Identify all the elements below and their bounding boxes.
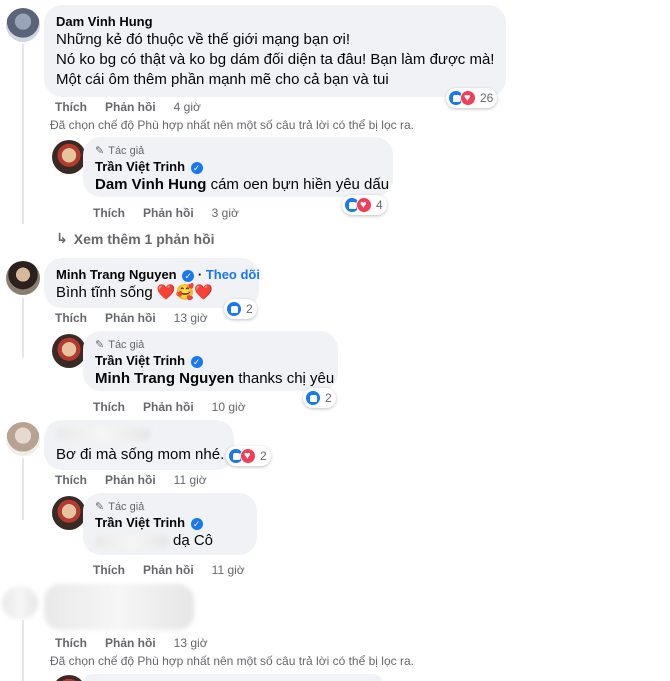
reply-author[interactable]: Trần Việt Trinh ✓ [95,158,381,175]
reaction-count: 2 [246,302,253,316]
redacted-avatar [2,586,38,620]
reaction-summary[interactable]: 4 [342,195,387,215]
reply-bubble: ✎ Tác giả Trần Việt Trinh ✓ Minh Trang Ng… [83,331,338,391]
comment-author[interactable]: Minh Trang Nguyen ✓ · Theo dõi [56,266,260,283]
reply-button[interactable]: Phản hồi [105,311,156,325]
comment-line: Những kẻ đó thuộc về thế giới mạng bạn ơ… [56,31,351,48]
mention-link[interactable]: Minh Trang Nguyen [95,370,234,387]
author-tag: ✎ Tác giả [95,339,145,351]
reply-button[interactable]: Phản hồi [143,400,194,414]
comment-actions: Thích Phản hồi 13 giờ [55,636,208,650]
timestamp[interactable]: 13 giờ [174,311,208,325]
comment-actions: Thích Phản hồi 13 giờ [55,311,208,325]
like-button[interactable]: Thích [55,311,87,325]
view-more-replies[interactable]: ↳ Xem thêm 1 phản hồi [56,230,215,247]
author-tag: ✎ Tác giả [95,145,145,157]
like-button[interactable]: Thích [55,636,87,650]
like-button[interactable]: Thích [93,206,125,220]
avatar[interactable] [6,261,40,295]
follow-button[interactable]: Theo dõi [206,267,260,282]
reply-bubble: ✎ Tác giả Trần Việt Trinh ✓ Dam Vinh Hung… [83,137,393,197]
reply-text: Dam Vinh Hung cám oen bựn hiền yêu dấu [95,176,390,193]
timestamp[interactable]: 11 giờ [174,473,207,487]
reply-button[interactable]: Phản hồi [105,473,156,487]
reaction-count: 2 [325,391,332,405]
reply-button[interactable]: Phản hồi [143,206,194,220]
mention-link[interactable]: Dam Vinh Hung [95,176,206,193]
timestamp[interactable]: 4 giờ [174,100,201,114]
reaction-count: 26 [480,91,494,105]
reply-actions: Thích Phản hồi 11 giờ [93,563,245,577]
author-avatar[interactable] [52,334,86,368]
reaction-count: 2 [260,449,267,463]
author-tag-icon: ✎ [95,501,105,513]
reply-button[interactable]: Phản hồi [105,100,156,114]
comment-actions: Thích Phản hồi 11 giờ [55,473,207,487]
comment-line: Một cái ôm thêm phần mạnh mẽ cho cả bạn … [56,71,389,88]
reply-bubble: ✎ Tác giả Trần Việt Trinh ✓ dạ Cô [83,493,257,555]
reaction-summary[interactable]: 26 [446,88,498,108]
love-icon [240,448,256,464]
reply-button[interactable]: Phản hồi [105,636,156,650]
love-icon [356,197,372,213]
redacted-name [56,428,151,440]
reply-actions: Thích Phản hồi 3 giờ [93,206,239,220]
like-icon [226,301,242,317]
timestamp[interactable]: 10 giờ [212,400,246,414]
thread-line [22,44,24,224]
filter-notice: Đã chọn chế độ Phù hợp nhất nên một số c… [50,654,414,668]
author-avatar[interactable] [52,496,86,530]
reaction-summary[interactable]: 2 [303,388,336,408]
timestamp[interactable]: 3 giờ [212,206,239,220]
avatar[interactable] [6,422,40,456]
comment-text: Bình tĩnh sống ❤️🥰❤️ [56,284,213,301]
comment-bubble: Dam Vinh Hung Những kẻ đó thuộc về thế g… [44,5,506,97]
thread-line [22,458,24,520]
like-button[interactable]: Thích [93,400,125,414]
reply-arrow-icon: ↳ [56,230,68,246]
author-avatar[interactable] [52,675,86,681]
comment-bubble: Bơ đi mà sống mom nhé. [44,420,234,470]
reply-text: dạ Cô [95,531,245,551]
verified-icon: ✓ [190,517,203,530]
reply-button[interactable]: Phản hồi [143,563,194,577]
like-button[interactable]: Thích [55,100,87,114]
comment-actions: Thích Phản hồi 4 giờ [55,100,201,114]
reply-text: Minh Trang Nguyen thanks chị yêu [95,370,335,387]
reply-author[interactable]: Trần Việt Trinh ✓ [95,514,245,531]
comment-line: Nó ko bg có thật và ko bg dám đối diện t… [56,51,495,68]
comment-text: Bơ đi mà sống mom nhé. [56,446,225,463]
reply-bubble [83,674,383,681]
author-tag: ✎ Tác giả [95,501,145,513]
reply-author[interactable]: Trần Việt Trinh ✓ [95,352,326,369]
author-tag-icon: ✎ [95,339,105,351]
like-icon [305,390,321,406]
reaction-summary[interactable]: 2 [224,299,257,319]
verified-icon: ✓ [182,269,195,282]
author-avatar[interactable] [52,140,86,174]
author-tag-icon: ✎ [95,145,105,157]
comment-author[interactable]: Dam Vinh Hung [56,13,494,30]
avatar[interactable] [6,8,40,42]
love-icon [460,90,476,106]
like-button[interactable]: Thích [55,473,87,487]
reply-actions: Thích Phản hồi 10 giờ [93,400,246,414]
like-button[interactable]: Thích [93,563,125,577]
redacted-comment [44,584,194,630]
timestamp[interactable]: 11 giờ [212,563,245,577]
thread-line [22,298,24,358]
redacted-mention [95,535,169,548]
verified-icon: ✓ [190,161,203,174]
filter-notice: Đã chọn chế độ Phù hợp nhất nên một số c… [50,118,414,132]
timestamp[interactable]: 13 giờ [174,636,208,650]
reaction-count: 4 [376,198,383,212]
thread-line [22,620,24,681]
reaction-summary[interactable]: 2 [226,446,271,466]
verified-icon: ✓ [190,355,203,368]
